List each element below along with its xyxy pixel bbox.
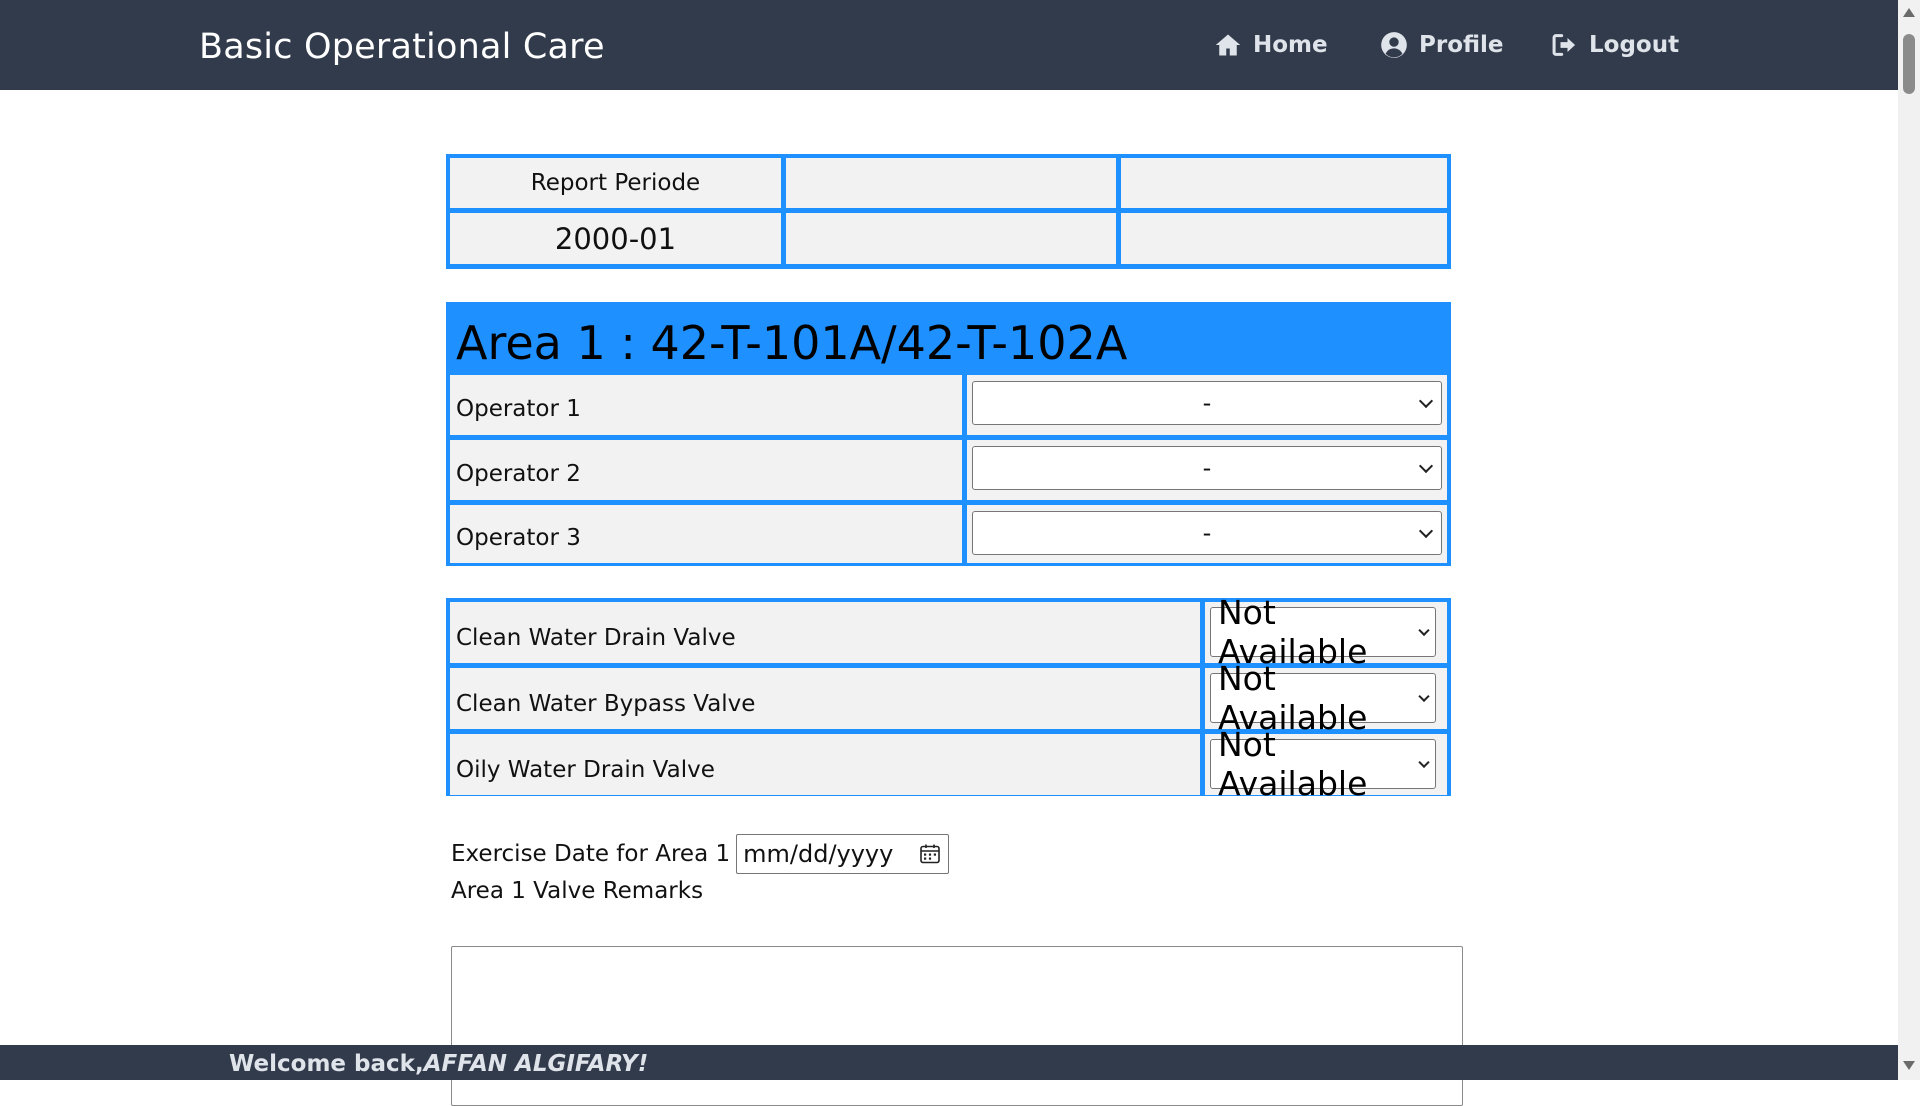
scrollbar-thumb[interactable] xyxy=(1903,34,1915,94)
operator-1-select[interactable]: - xyxy=(972,381,1442,425)
operator-cell: - xyxy=(967,375,1447,435)
operator-select-value: - xyxy=(1202,519,1212,547)
vertical-scrollbar[interactable] xyxy=(1898,0,1920,1080)
scroll-down-arrow-icon[interactable] xyxy=(1903,1061,1915,1070)
valve-label: Clean Water Bypass Valve xyxy=(450,668,1200,729)
home-icon xyxy=(1214,31,1242,59)
valve-label: Clean Water Drain Valve xyxy=(450,602,1200,663)
operator-label: Operator 2 xyxy=(450,440,962,500)
area-title: Area 1 : 42-T-101A/42-T-102A xyxy=(456,316,1128,370)
chevron-down-icon xyxy=(1418,458,1434,474)
report-period-table: Report Periode 2000-01 xyxy=(446,154,1451,269)
report-period-value: 2000-01 xyxy=(450,213,781,264)
top-navbar: Basic Operational Care Home Profile Logo… xyxy=(0,0,1898,90)
operator-label: Operator 3 xyxy=(450,505,962,563)
nav-home-link[interactable]: Home xyxy=(1214,0,1328,90)
date-input-placeholder: mm/dd/yyyy xyxy=(743,840,894,868)
operator-2-select[interactable]: - xyxy=(972,446,1442,490)
report-empty-cell xyxy=(1121,158,1447,208)
valve-label: Oily Water Drain Valve xyxy=(450,734,1200,795)
welcome-message: Welcome back,AFFAN ALGIFARY! xyxy=(229,1045,648,1080)
valve-cell: Not Available xyxy=(1205,725,1447,803)
operator-select-value: - xyxy=(1202,389,1212,417)
operator-cell: - xyxy=(967,440,1447,500)
nav-profile-label: Profile xyxy=(1419,32,1504,58)
operator-3-select[interactable]: - xyxy=(972,511,1442,555)
scroll-up-arrow-icon[interactable] xyxy=(1903,8,1915,17)
operator-row: Operator 3 - xyxy=(450,505,1447,563)
clean-water-bypass-valve-select[interactable]: Not Available xyxy=(1210,659,1436,737)
nav-logout-label: Logout xyxy=(1589,32,1680,58)
valve-select-value: Not Available xyxy=(1218,725,1368,803)
oily-water-drain-valve-select[interactable]: Not Available xyxy=(1210,725,1436,803)
valve-cell: Not Available xyxy=(1205,593,1447,671)
operator-cell: - xyxy=(967,505,1447,563)
valve-row: Clean Water Drain Valve Not Available xyxy=(450,593,1447,671)
remarks-label: Area 1 Valve Remarks xyxy=(451,878,704,904)
exercise-date-input[interactable]: mm/dd/yyyy xyxy=(736,834,950,874)
nav-logout-link[interactable]: Logout xyxy=(1550,0,1679,90)
valve-cell: Not Available xyxy=(1205,659,1447,737)
valve-status-table: Clean Water Drain Valve Not Available Cl… xyxy=(446,593,1451,803)
operator-row: Operator 1 - xyxy=(450,375,1447,435)
logout-icon xyxy=(1550,31,1578,59)
report-empty-cell xyxy=(786,158,1116,208)
chevron-down-icon xyxy=(1418,393,1434,409)
user-name: AFFAN ALGIFARY! xyxy=(423,1051,649,1077)
exercise-date-row: Exercise Date for Area 1 mm/dd/yyyy xyxy=(451,834,950,874)
app-brand[interactable]: Basic Operational Care xyxy=(199,0,605,90)
calendar-icon[interactable] xyxy=(919,843,941,865)
clean-water-drain-valve-select[interactable]: Not Available xyxy=(1210,593,1436,671)
welcome-prefix: Welcome back, xyxy=(229,1051,424,1077)
nav-profile-link[interactable]: Profile xyxy=(1380,0,1504,90)
remarks-textarea[interactable] xyxy=(451,946,1463,1106)
exercise-date-label: Exercise Date for Area 1 xyxy=(451,841,731,867)
report-period-label: Report Periode xyxy=(450,158,781,208)
report-empty-cell xyxy=(1121,213,1447,264)
chevron-down-icon xyxy=(1418,523,1434,539)
valve-row: Clean Water Bypass Valve Not Available xyxy=(450,659,1447,737)
nav-home-label: Home xyxy=(1253,32,1328,58)
user-circle-icon xyxy=(1380,31,1408,59)
valve-row: Oily Water Drain Valve Not Available xyxy=(450,725,1447,803)
area-operators-table: Area 1 : 42-T-101A/42-T-102A Operator 1 … xyxy=(446,302,1451,566)
operator-label: Operator 1 xyxy=(450,375,962,435)
operator-row: Operator 2 - xyxy=(450,440,1447,500)
operator-select-value: - xyxy=(1202,454,1212,482)
report-empty-cell xyxy=(786,213,1116,264)
footer-bar: Welcome back,AFFAN ALGIFARY! xyxy=(0,1045,1898,1080)
